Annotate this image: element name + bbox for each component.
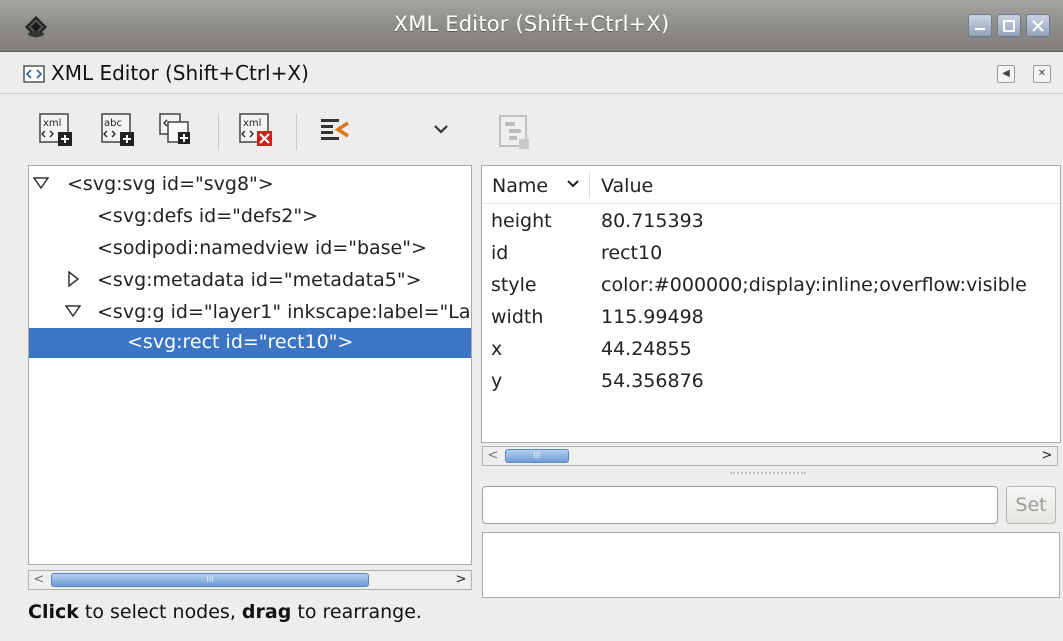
xml-node-delete-icon[interactable]: xml [238,112,274,148]
tree-row-selected[interactable]: <svg:rect id="rect10"> [29,328,471,358]
tree-row[interactable]: <svg:defs id="defs2"> [29,202,471,232]
tree-node-label: <svg:svg id="svg8"> [67,173,274,195]
expander-expanded-icon[interactable] [33,175,49,191]
dock-title: XML Editor (Shift+Ctrl+X) [51,61,309,85]
scroll-right-icon[interactable]: > [451,571,471,589]
arrow-left-icon: ◀ [1002,68,1010,79]
attribute-value: 80.715393 [601,210,704,232]
attribute-value-input[interactable] [482,486,998,524]
duplicate-node-icon[interactable] [158,112,194,148]
dock-header: XML Editor (Shift+Ctrl+X) ◀ ✕ [0,52,1063,94]
tree-row[interactable]: <svg:g id="layer1" inkscape:label="Layer… [29,298,471,328]
scrollbar-grip: III [206,575,214,584]
attributes-header: Name Value [482,166,1060,204]
tree-row[interactable]: <svg:svg id="svg8"> [29,170,471,200]
column-separator[interactable] [589,172,590,198]
minimize-button[interactable] [968,14,992,37]
scrollbar-thumb[interactable]: III [51,573,369,587]
attribute-value: 44.24855 [601,338,692,360]
toolbar-separator [218,114,219,150]
attributes-table[interactable]: Name Value height 80.715393 id rect10 st… [481,165,1061,443]
table-row[interactable]: x 44.24855 [482,334,1060,366]
table-row[interactable]: height 80.715393 [482,206,1060,238]
indent-node-icon[interactable] [318,112,354,148]
xml-node-add-icon[interactable]: xml [38,112,74,148]
attribute-value: 115.99498 [601,306,704,328]
tree-row[interactable]: <svg:metadata id="metadata5"> [29,266,471,296]
expander-expanded-icon[interactable] [65,303,81,319]
table-row[interactable]: width 115.99498 [482,302,1060,334]
close-icon [1032,20,1044,32]
attribute-value-textarea[interactable] [482,532,1060,598]
scrollbar-grip: III [533,451,541,460]
tree-row[interactable]: <sodipodi:namedview id="base"> [29,234,471,264]
chevron-down-icon[interactable] [429,117,453,141]
attribute-name: x [491,338,503,360]
attributes-horizontal-scrollbar[interactable]: < III > [482,446,1058,466]
tree-node-label: <sodipodi:namedview id="base"> [97,237,427,259]
maximize-button[interactable] [997,14,1021,37]
table-row[interactable]: id rect10 [482,238,1060,270]
close-button[interactable] [1026,14,1050,37]
tree-node-label: <svg:defs id="defs2"> [97,205,318,227]
tree-node-label: <svg:g id="layer1" inkscape:label="Layer… [97,301,471,323]
tree-horizontal-scrollbar[interactable]: < III > [28,570,472,590]
toolbar-separator [296,114,297,150]
maximize-icon [1003,20,1015,32]
node-toolbar: xml abc xml [28,104,472,162]
attribute-value: rect10 [601,242,663,264]
attribute-name: width [491,306,544,328]
chevron-down-icon[interactable] [566,179,580,189]
xml-editor-icon [23,65,45,83]
attribute-value: 54.356876 [601,370,704,392]
dock-iconify-button[interactable]: ◀ [997,65,1015,83]
expander-collapsed-icon[interactable] [65,271,81,287]
status-hint: Click to select nodes, drag to rearrange… [28,601,422,623]
delete-node-caption: xml [243,118,261,129]
window-title: XML Editor (Shift+Ctrl+X) [393,12,670,36]
set-button[interactable]: Set [1006,486,1056,524]
x-icon: ✕ [1037,68,1047,79]
new-element-node-caption: xml [43,118,61,129]
window-titlebar[interactable]: XML Editor (Shift+Ctrl+X) [0,0,1063,52]
pane-resize-handle[interactable] [730,472,806,476]
scroll-left-icon[interactable]: < [29,571,49,589]
attribute-name: id [491,242,509,264]
status-text: to select nodes, [78,601,242,623]
table-row[interactable]: style color:#000000;display:inline;overf… [482,270,1060,302]
status-text: to rearrange. [291,601,422,623]
scroll-right-icon[interactable]: > [1037,447,1057,465]
tree-node-label: <svg:rect id="rect10"> [127,331,354,353]
scrollbar-thumb[interactable]: III [505,449,569,463]
minimize-icon [975,28,985,30]
new-text-node-caption: abc [104,118,122,129]
text-node-add-icon[interactable]: abc [100,112,136,148]
attribute-value: color:#000000;display:inline;overflow:vi… [601,274,1027,296]
status-bold-click: Click [28,601,79,623]
attribute-name: y [491,370,503,392]
delete-attribute-icon[interactable] [497,113,533,153]
attribute-name: height [491,210,552,232]
tree-node-label: <svg:metadata id="metadata5"> [97,269,422,291]
xml-node-tree[interactable]: <svg:svg id="svg8"> <svg:defs id="defs2"… [28,165,472,565]
scroll-left-icon[interactable]: < [483,447,503,465]
attribute-name: style [491,274,537,296]
table-row[interactable]: y 54.356876 [482,366,1060,398]
column-header-value[interactable]: Value [601,175,653,197]
status-bold-drag: drag [241,601,292,623]
column-header-name[interactable]: Name [492,175,548,197]
dock-close-button[interactable]: ✕ [1033,65,1051,83]
